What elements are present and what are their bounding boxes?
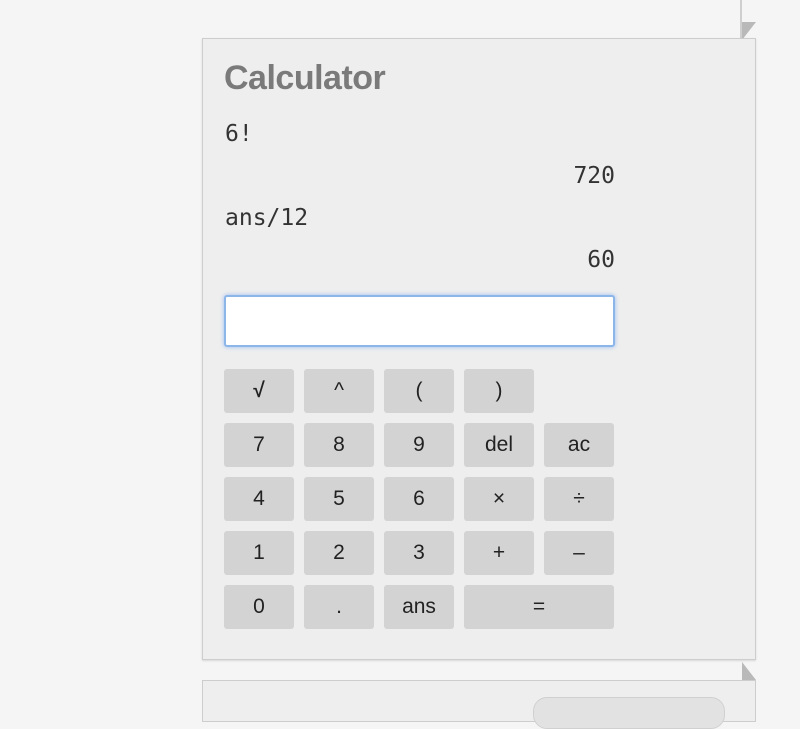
history-expression: ans/12: [225, 205, 309, 231]
calculator-panel: Calculator 6! 720 ans/12 60 √ ^ ( ) 7 8 …: [202, 38, 756, 660]
previous-card: [0, 0, 742, 40]
digit-7-button[interactable]: 7: [224, 423, 294, 467]
digit-8-button[interactable]: 8: [304, 423, 374, 467]
history-expression: 6!: [225, 121, 253, 147]
digit-9-button[interactable]: 9: [384, 423, 454, 467]
history-result: 60: [587, 247, 615, 273]
next-card-control: [533, 697, 725, 729]
history-result: 720: [573, 163, 615, 189]
divide-button[interactable]: ÷: [544, 477, 614, 521]
calculator-title: Calculator: [224, 59, 386, 97]
minus-button[interactable]: –: [544, 531, 614, 575]
card-fold-corner: [742, 662, 756, 680]
next-card: [202, 680, 756, 729]
digit-0-button[interactable]: 0: [224, 585, 294, 629]
digit-2-button[interactable]: 2: [304, 531, 374, 575]
digit-3-button[interactable]: 3: [384, 531, 454, 575]
open-paren-button[interactable]: (: [384, 369, 454, 413]
all-clear-button[interactable]: ac: [544, 423, 614, 467]
plus-button[interactable]: +: [464, 531, 534, 575]
equals-button[interactable]: =: [464, 585, 614, 629]
decimal-point-button[interactable]: .: [304, 585, 374, 629]
sqrt-button[interactable]: √: [224, 369, 294, 413]
close-paren-button[interactable]: ): [464, 369, 534, 413]
digit-1-button[interactable]: 1: [224, 531, 294, 575]
power-button[interactable]: ^: [304, 369, 374, 413]
digit-4-button[interactable]: 4: [224, 477, 294, 521]
expression-input[interactable]: [224, 295, 615, 347]
ans-button[interactable]: ans: [384, 585, 454, 629]
digit-6-button[interactable]: 6: [384, 477, 454, 521]
keypad: √ ^ ( ) 7 8 9 del ac 4 5 6 × ÷ 1 2 3 + –…: [224, 369, 616, 629]
multiply-button[interactable]: ×: [464, 477, 534, 521]
digit-5-button[interactable]: 5: [304, 477, 374, 521]
delete-button[interactable]: del: [464, 423, 534, 467]
